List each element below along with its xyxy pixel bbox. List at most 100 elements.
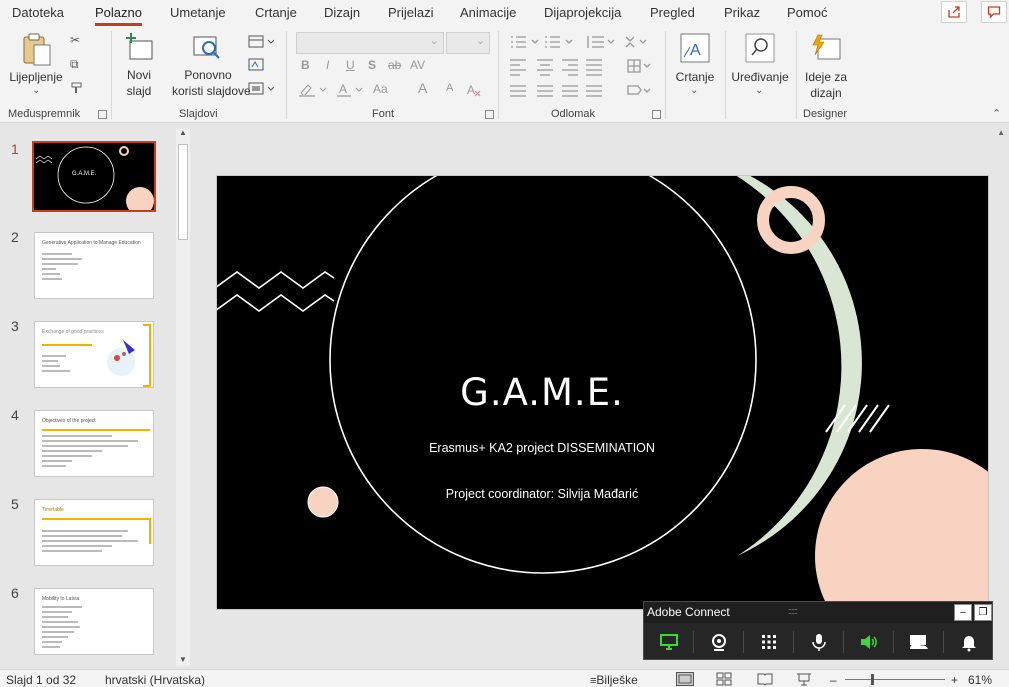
clear-format-icon[interactable]: A [466, 82, 482, 98]
slide-editor: ▲ G.A.M.E. Erasmus+ KA2 project DISSEMIN… [196, 124, 1009, 669]
editing-label: Uređivanje [731, 70, 789, 84]
change-case-button[interactable]: Aa [373, 82, 388, 96]
minimize-button[interactable]: – [954, 604, 972, 621]
thumbnail-slide-6[interactable]: Mobility to Latvia [34, 588, 154, 655]
ribbon-tabs: Datoteka Polazno Umetanje Crtanje Dizajn… [0, 0, 1009, 27]
drag-handle[interactable]: :::::: [788, 606, 798, 616]
scroll-up-icon[interactable]: ▲ [179, 128, 187, 137]
grow-font-button[interactable]: A [418, 80, 427, 96]
font-launcher[interactable] [485, 110, 494, 119]
chat-icon[interactable] [908, 631, 928, 651]
zoom-out-button[interactable]: – [830, 673, 837, 687]
shadow-button[interactable]: S [368, 58, 376, 72]
slide-title[interactable]: G.A.M.E. [217, 371, 867, 414]
tab-animacije[interactable]: Animacije [460, 5, 516, 20]
paragraph-launcher[interactable] [652, 110, 661, 119]
slide-counter: Slajd 1 od 32 [6, 673, 77, 687]
design-ideas-label: Ideje za [804, 70, 848, 84]
tab-umetanje[interactable]: Umetanje [170, 5, 226, 20]
italic-button[interactable]: I [326, 58, 329, 72]
tab-pomoc[interactable]: Pomoć [787, 5, 827, 20]
scroll-up-icon[interactable]: ▲ [997, 128, 1005, 137]
screen-share-icon[interactable] [659, 632, 679, 652]
section-icon[interactable] [248, 82, 274, 96]
thumbnail-slide-2[interactable]: Generative Application to Manage Educati… [34, 232, 154, 299]
illustration-icon [107, 340, 135, 376]
font-size-select[interactable] [446, 32, 490, 54]
tab-prijelazi[interactable]: Prijelazi [388, 5, 434, 20]
zoom-slider-thumb[interactable] [871, 674, 874, 685]
webcam-icon[interactable] [709, 632, 729, 652]
reuse-slides-button[interactable]: Ponovno koristi slajdove [172, 31, 251, 101]
new-slide-button[interactable]: Novi slajd [117, 31, 161, 101]
reset-icon[interactable] [248, 58, 264, 72]
reading-view-icon[interactable] [757, 672, 773, 686]
tab-crtanje[interactable]: Crtanje [255, 5, 297, 20]
font-family-select[interactable] [296, 32, 444, 54]
divider [111, 31, 112, 119]
drawing-button[interactable]: A Crtanje ⌄ [672, 31, 718, 101]
shrink-font-button[interactable]: A [446, 82, 453, 94]
reuse-label: Ponovno [184, 68, 232, 82]
chevron-down-icon: ⌄ [690, 85, 699, 96]
microphone-icon[interactable] [809, 632, 829, 652]
slide-sorter-icon[interactable] [716, 672, 732, 686]
zoom-slider[interactable] [845, 674, 945, 685]
comments-button[interactable] [981, 1, 1007, 23]
adobe-connect-panel: Adobe Connect :::::: – ❐ [643, 601, 993, 660]
scrollbar-thumb[interactable] [178, 144, 188, 240]
divider [665, 31, 666, 119]
notification-icon[interactable] [959, 632, 979, 652]
clipboard-launcher[interactable] [98, 110, 107, 119]
font-color-icon[interactable]: A [336, 82, 366, 98]
design-ideas-button[interactable]: Ideje za dizajn [800, 31, 852, 101]
paste-button[interactable]: Lijepljenje ⌄ [8, 31, 64, 101]
zoom-in-button[interactable]: + [951, 673, 958, 687]
tab-prikaz[interactable]: Prikaz [724, 5, 760, 20]
editing-button[interactable]: Uređivanje ⌄ [728, 31, 792, 101]
cut-icon[interactable]: ✂ [70, 33, 80, 47]
tab-polazno[interactable]: Polazno [95, 5, 142, 26]
restore-button[interactable]: ❐ [974, 604, 992, 621]
thumbnail-slide-5[interactable]: Timetable [34, 499, 154, 566]
slide-subtitle[interactable]: Erasmus+ KA2 project DISSEMINATION [217, 441, 867, 455]
tab-dizajn[interactable]: Dizajn [324, 5, 360, 20]
speaker-icon[interactable] [859, 632, 879, 652]
character-spacing-button[interactable]: AV [410, 58, 425, 72]
language-indicator[interactable]: hrvatski (Hrvatska) [105, 673, 205, 687]
thumbnail-slide-3[interactable]: Exchange of good practices [34, 321, 154, 388]
zoom-level[interactable]: 61% [968, 673, 992, 687]
slide-thumbnails-panel: 1 G.A.M.E. 2 Generative Application to M… [0, 124, 196, 669]
slide-coordinator[interactable]: Project coordinator: Silvija Mađarić [217, 487, 867, 501]
normal-view-icon[interactable] [676, 672, 694, 686]
thumbnail-title: Exchange of good practices [42, 329, 104, 335]
tab-datoteka[interactable]: Datoteka [12, 5, 64, 20]
thumbnail-slide-4[interactable]: Objectives of the project [34, 410, 154, 477]
scroll-down-icon[interactable]: ▼ [179, 655, 187, 664]
shapes-icon: A [680, 33, 710, 63]
slideshow-icon[interactable] [796, 672, 812, 686]
tab-dijaprojekcija[interactable]: Dijaprojekcija [544, 5, 621, 20]
share-button[interactable] [941, 1, 967, 23]
current-slide[interactable]: G.A.M.E. Erasmus+ KA2 project DISSEMINAT… [216, 175, 989, 610]
collapse-ribbon-icon[interactable]: ⌃ [992, 107, 1001, 120]
underline-button[interactable]: U [346, 58, 355, 72]
tab-pregled[interactable]: Pregled [650, 5, 695, 20]
format-painter-icon[interactable] [70, 81, 84, 95]
font-group-label: Font [372, 108, 395, 120]
copy-icon[interactable]: ⧉ [70, 57, 79, 72]
new-slide-icon [126, 33, 153, 60]
thumbnail-number: 3 [11, 318, 19, 334]
design-ideas-icon [812, 34, 841, 60]
highlight-icon[interactable] [298, 82, 328, 98]
strikethrough-button[interactable]: ab [388, 58, 401, 72]
notes-button[interactable]: ≡Bilješke [590, 673, 638, 687]
svg-text:A: A [339, 82, 347, 96]
thumbnail-scrollbar[interactable]: ▲ ▼ [176, 128, 190, 666]
paragraph-controls[interactable] [508, 34, 658, 104]
layout-icon[interactable] [248, 35, 274, 49]
bold-button[interactable]: B [301, 58, 310, 72]
svg-text:A: A [690, 42, 701, 59]
thumbnail-slide-1[interactable]: G.A.M.E. [32, 141, 156, 212]
new-slide-label: Novi [126, 68, 151, 82]
